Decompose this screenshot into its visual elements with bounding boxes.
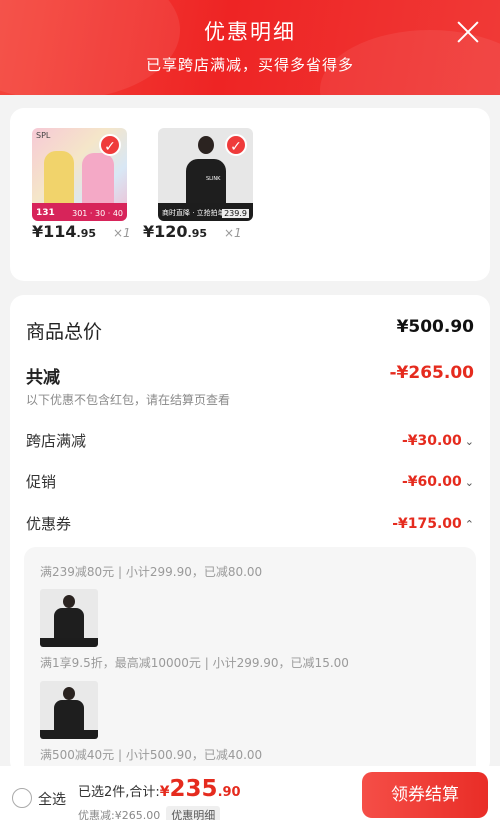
product-qty: ×1 bbox=[113, 226, 131, 240]
check-icon[interactable]: ✓ bbox=[99, 134, 121, 156]
chevron-up-icon: ⌃ bbox=[464, 518, 474, 531]
brand-label: SPL bbox=[36, 131, 51, 140]
discount-value: -¥175.00 bbox=[392, 516, 462, 532]
reduce-note: 以下优惠不包含红包，请在结算页查看 bbox=[26, 393, 231, 407]
discount-label: 跨店满减 bbox=[26, 432, 87, 450]
discount-detail-card: 商品总价 ¥500.90 共减 -¥265.00 以下优惠不包含红包，请在结算页… bbox=[10, 295, 490, 775]
currency-symbol: ¥ bbox=[159, 784, 170, 800]
page-title: 优惠明细 bbox=[204, 20, 296, 44]
discount-label: 优惠券 bbox=[26, 515, 72, 533]
discount-value: -¥60.00 bbox=[401, 474, 462, 490]
figure-shape bbox=[44, 151, 74, 203]
select-all-radio[interactable] bbox=[12, 788, 32, 808]
discount-label: 促销 bbox=[26, 473, 57, 491]
product-thumbnail: 131 301 · 30 · 40 SPL ✓ bbox=[32, 128, 127, 221]
total-amount-int: 235 bbox=[169, 776, 218, 802]
product-thumbnail: 商时直降 · 立抢拍单 239.9 SLINK ✓ bbox=[158, 128, 253, 221]
product-item[interactable]: 商时直降 · 立抢拍单 239.9 SLINK ✓ bbox=[158, 128, 258, 221]
promo-tag-2: 301 · 30 · 40 bbox=[72, 209, 123, 218]
figure-head bbox=[198, 136, 214, 154]
page-subtitle: 已享跨店满减，买得多省得多 bbox=[145, 56, 354, 74]
total-price-label: 商品总价 bbox=[26, 321, 103, 343]
check-icon[interactable]: ✓ bbox=[225, 134, 247, 156]
selected-count: 已选2件,合计: bbox=[78, 785, 160, 800]
coupon-product-thumbnail bbox=[40, 681, 98, 739]
product-price: ¥120.95 bbox=[143, 222, 208, 241]
coupon-product-thumbnail bbox=[40, 589, 98, 647]
brand-label: SLINK bbox=[206, 176, 221, 182]
discount-row-cross-store[interactable]: 跨店满减 -¥30.00 ⌄ bbox=[26, 430, 474, 454]
discount-summary: 优惠减:¥265.00 优惠明细 bbox=[78, 806, 221, 820]
total-amount-dec: .90 bbox=[217, 785, 241, 800]
discount-detail-button[interactable]: 优惠明细 bbox=[166, 806, 221, 820]
figure-shape bbox=[82, 153, 114, 203]
total-price-row: 商品总价 ¥500.90 bbox=[26, 317, 474, 343]
coupon-line: 满500减40元 | 小计500.90，已减40.00 bbox=[40, 748, 263, 762]
product-price: ¥114.95 bbox=[32, 222, 97, 241]
close-icon[interactable] bbox=[454, 18, 482, 46]
checkout-button[interactable]: 领券结算 bbox=[362, 772, 488, 818]
total-reduce-label: 共减 bbox=[26, 368, 60, 388]
product-card: 131 301 · 30 · 40 SPL ✓ ¥114.95 ×1 商时直降 … bbox=[10, 108, 490, 281]
product-item[interactable]: 131 301 · 30 · 40 SPL ✓ bbox=[32, 128, 132, 221]
promo-tag: 131 bbox=[36, 208, 55, 218]
header: 优惠明细 已享跨店满减，买得多省得多 bbox=[0, 0, 500, 95]
discount-value: -¥30.00 bbox=[401, 433, 462, 449]
chevron-down-icon: ⌄ bbox=[464, 476, 474, 489]
chevron-down-icon: ⌄ bbox=[464, 435, 474, 448]
total-reduce-value: -¥265.00 bbox=[389, 363, 475, 383]
coupon-line: 满1享9.5折，最高减10000元 | 小计299.90，已减15.00 bbox=[40, 656, 349, 670]
discount-row-coupon[interactable]: 优惠券 -¥175.00 ⌃ bbox=[26, 513, 474, 537]
coupon-detail-panel: 满239减80元 | 小计299.90，已减80.00 满1享9.5折，最高减1… bbox=[24, 547, 476, 775]
bottom-bar: 全选 已选2件,合计:¥235.90 优惠减:¥265.00 优惠明细 领券结算 bbox=[0, 766, 500, 820]
total-reduce-row: 共减 -¥265.00 bbox=[26, 363, 475, 388]
select-all-label[interactable]: 全选 bbox=[38, 789, 66, 809]
promo-tag: 商时直降 · 立抢拍单 bbox=[162, 209, 225, 217]
total-summary: 已选2件,合计:¥235.90 bbox=[78, 776, 241, 802]
coupon-line: 满239减80元 | 小计299.90，已减80.00 bbox=[40, 565, 263, 579]
promo-tag-2: 239.9 bbox=[222, 209, 249, 218]
total-price-value: ¥500.90 bbox=[396, 317, 474, 337]
discount-total-text: 优惠减:¥265.00 bbox=[78, 809, 161, 820]
product-qty: ×1 bbox=[224, 226, 242, 240]
discount-row-promotion[interactable]: 促销 -¥60.00 ⌄ bbox=[26, 471, 474, 495]
